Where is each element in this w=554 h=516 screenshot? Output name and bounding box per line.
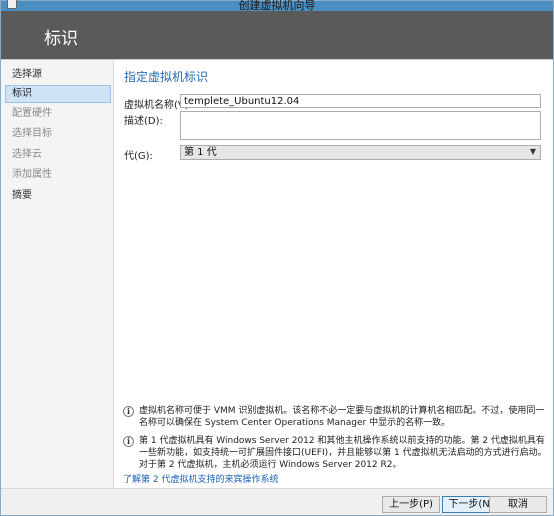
info-text-generation: 第 1 代虚拟机具有 Windows Server 2012 和其他主机操作系统… [139, 436, 547, 470]
info-note-generation: i 第 1 代虚拟机具有 Windows Server 2012 和其他主机操作… [123, 436, 549, 472]
page-banner: 标识 [1, 11, 553, 59]
wizard-steps-sidebar: 选择源 标识 配置硬件 选择目标 选择云 添加属性 摘要 [1, 60, 114, 488]
description-label: 描述(D): [124, 116, 163, 127]
section-heading: 指定虚拟机标识 [124, 70, 209, 84]
generation-select[interactable]: 第 1 代 ▼ [180, 145, 541, 160]
wizard-window: 创建虚拟机向导 标识 选择源 标识 配置硬件 选择目标 选择云 添加属性 摘要 … [0, 0, 554, 516]
info-icon: i [123, 436, 134, 447]
vm-name-input[interactable]: templete_Ubuntu12.04 [180, 94, 541, 108]
info-text-name: 虚拟机名称可便于 VMM 识别虚拟机。该名称不必一定要与虚拟机的计算机名相匹配。… [139, 406, 545, 428]
info-note-name: i 虚拟机名称可便于 VMM 识别虚拟机。该名称不必一定要与虚拟机的计算机名相匹… [123, 406, 549, 432]
info-icon: i [123, 406, 134, 417]
generation-selected-value: 第 1 代 [184, 147, 217, 158]
sidebar-item-configure-hardware[interactable]: 配置硬件 [5, 105, 111, 123]
page-title: 标识 [44, 29, 78, 49]
sidebar-item-select-destination[interactable]: 选择目标 [5, 125, 111, 143]
previous-button[interactable]: 上一步(P) [382, 496, 440, 513]
title-bar: 创建虚拟机向导 [1, 0, 553, 12]
generation-label: 代(G): [124, 151, 153, 162]
sidebar-item-select-cloud[interactable]: 选择云 [5, 146, 111, 164]
wizard-footer: 上一步(P) 下一步(N) 取消 [1, 488, 553, 515]
chevron-down-icon[interactable]: ▼ [528, 147, 538, 157]
description-textarea[interactable] [180, 111, 541, 140]
sidebar-item-select-source[interactable]: 选择源 [5, 66, 111, 84]
sidebar-item-add-properties[interactable]: 添加属性 [5, 166, 111, 184]
cancel-button[interactable]: 取消 [489, 496, 547, 513]
sidebar-item-identity[interactable]: 标识 [5, 85, 111, 103]
main-content: 指定虚拟机标识 虚拟机名称(V): templete_Ubuntu12.04 描… [115, 60, 553, 488]
gen2-guest-os-link[interactable]: 了解第 2 代虚拟机支持的来宾操作系统 [123, 472, 278, 485]
sidebar-item-summary[interactable]: 摘要 [5, 187, 111, 205]
